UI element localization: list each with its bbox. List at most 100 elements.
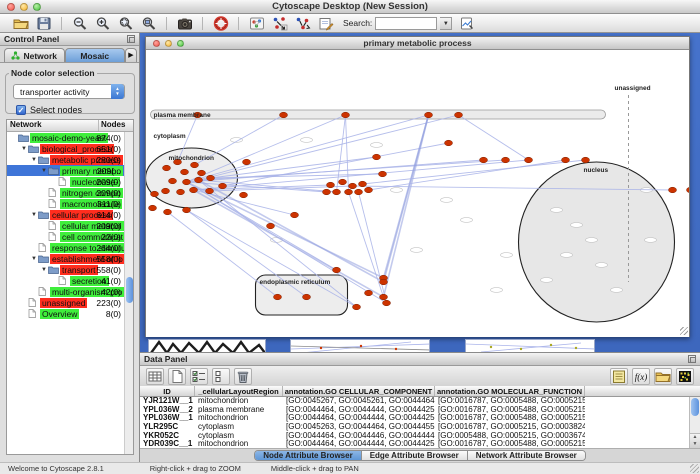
- fx-icon[interactable]: f(x): [632, 368, 650, 385]
- table-scrollbar[interactable]: ▲▼: [689, 397, 700, 448]
- search-dropdown-icon[interactable]: ▼: [440, 17, 452, 30]
- tree-row-nucleobase-[interactable]: nucleobase-209(0): [7, 176, 133, 187]
- tree-row-biological-process[interactable]: ▼biological_process651(0): [7, 143, 133, 154]
- data-panel-title: Data Panel: [144, 354, 187, 364]
- search-input[interactable]: [375, 17, 437, 30]
- svg-text:mitochondrion: mitochondrion: [169, 155, 215, 162]
- select-nodes-checkbox[interactable]: ✓: [16, 105, 26, 115]
- tab-network-attribute-browser[interactable]: Network Attribute Browser: [468, 451, 585, 460]
- app-resize-grip[interactable]: [690, 464, 699, 473]
- layout-b-icon[interactable]: [294, 15, 311, 31]
- network-tree-panel: Network Nodes mosaic-demo-yeast874(0)▼bi…: [6, 119, 134, 455]
- advanced-search-icon[interactable]: [458, 15, 475, 31]
- table-row-yjr121w__1[interactable]: YJR121W__1mitochondrion[GO:0045267, GO:0…: [140, 397, 700, 406]
- zoom-network-window-button[interactable]: [177, 40, 184, 47]
- table-row-ykr052c[interactable]: YKR052Ccytoplasm[GO:0044464, GO:0044446,…: [140, 432, 700, 441]
- tree-row-response-to-stimulu[interactable]: response to stimulu264(0): [7, 242, 133, 253]
- tree-scrollbar[interactable]: [124, 132, 133, 454]
- table-cell: [GO:0044464, GO:0044446, GO:0044444, G..…: [283, 432, 435, 441]
- help-ring-icon[interactable]: [212, 15, 229, 31]
- save-icon[interactable]: [35, 15, 52, 31]
- tree-expand-arrow-icon[interactable]: ▼: [40, 267, 48, 273]
- table-cell: [GO:0045263, GO:0044464, GO:0044455, G..…: [283, 423, 435, 432]
- tree-row-cellular-process[interactable]: ▼cellular process614(0): [7, 209, 133, 220]
- tree-expand-arrow-icon[interactable]: ▼: [30, 157, 38, 163]
- tree-row-establishment-of-lo[interactable]: ▼establishment of lo558(0): [7, 253, 133, 264]
- background-window-fragment[interactable]: [290, 339, 430, 353]
- zoom-in-icon[interactable]: [94, 15, 111, 31]
- file-icon: [58, 177, 70, 186]
- column-header-3[interactable]: annotation.GO MOLECULAR_FUNCTION: [435, 386, 585, 396]
- zoom-out-icon[interactable]: [71, 15, 88, 31]
- matrix-icon[interactable]: [676, 368, 694, 385]
- table-row-ylr295c[interactable]: YLR295Ccytoplasm[GO:0045263, GO:0044464,…: [140, 423, 700, 432]
- tree-expand-arrow-icon[interactable]: ▼: [40, 168, 48, 174]
- minimize-window-button[interactable]: [20, 3, 28, 11]
- attr-new-icon[interactable]: [168, 368, 186, 385]
- tab-network[interactable]: Network: [4, 48, 65, 62]
- column-header-id[interactable]: ID: [140, 386, 195, 396]
- tree-row-metabolic-process[interactable]: ▼metabolic process280(0): [7, 154, 133, 165]
- tree-expand-arrow-icon[interactable]: ▼: [30, 256, 38, 262]
- tree-row-transport[interactable]: ▼transport558(0): [7, 264, 133, 275]
- tree-row-mosaic-demo-yeast[interactable]: mosaic-demo-yeast874(0): [7, 132, 133, 143]
- node-color-dropdown[interactable]: transporter activity ▲▼: [13, 84, 125, 99]
- tree-header-nodes[interactable]: Nodes: [99, 120, 133, 131]
- zoom-window-button[interactable]: [33, 3, 41, 11]
- tab-node-attribute-browser[interactable]: Node Attribute Browser: [255, 451, 362, 460]
- table-row-ydr039c__1[interactable]: YDR039C__1mitochondrion[GO:0044464, GO:0…: [140, 440, 700, 448]
- table-row-ypl036w__2[interactable]: YPL036W__2plasma membrane[GO:0044464, GO…: [140, 406, 700, 415]
- zoom-selected-icon[interactable]: [140, 15, 157, 31]
- tree-row-primary-metabo[interactable]: ▼primary metabo209(...: [7, 165, 133, 176]
- table-cell: [GO:0016787, GO:0005488, GO:0005215, G..…: [435, 397, 585, 406]
- tree-scrollbar-thumb[interactable]: [126, 277, 133, 303]
- network-view-window: primary metabolic process plasma membran…: [145, 36, 690, 337]
- tree-expand-arrow-icon[interactable]: ▼: [20, 146, 28, 152]
- background-network-fragment[interactable]: [148, 339, 266, 353]
- close-window-button[interactable]: [7, 3, 15, 11]
- attr-delete-icon[interactable]: [234, 368, 252, 385]
- vizmapper-icon[interactable]: [248, 15, 265, 31]
- close-network-window-button[interactable]: [153, 40, 160, 47]
- minimize-network-window-button[interactable]: [165, 40, 172, 47]
- tree-row-unassigned[interactable]: unassigned223(0): [7, 297, 133, 308]
- tree-expand-arrow-icon[interactable]: ▼: [30, 212, 38, 218]
- table-scrollbar-arrows[interactable]: ▲▼: [690, 433, 700, 448]
- zoom-fit-icon[interactable]: [117, 15, 134, 31]
- attr-select-icon[interactable]: [190, 368, 208, 385]
- tab-mosaic[interactable]: Mosaic: [65, 48, 126, 62]
- mdi-desktop: primary metabolic process plasma membran…: [140, 33, 700, 448]
- tree-row-cell-communicat[interactable]: cell communicat22(0): [7, 231, 133, 242]
- notes-icon[interactable]: [610, 368, 628, 385]
- status-bar: Welcome to Cytoscape 2.8.1 Right-click +…: [0, 462, 700, 474]
- column-header-2[interactable]: annotation.GO CELLULAR_COMPONENT: [283, 386, 435, 396]
- tab-edge-attribute-browser[interactable]: Edge Attribute Browser: [362, 451, 468, 460]
- background-window-fragment[interactable]: [465, 339, 595, 353]
- table-scrollbar-thumb[interactable]: [691, 398, 699, 416]
- tree-row-macromolecule[interactable]: macromolecule311(0): [7, 198, 133, 209]
- annotation-icon[interactable]: [317, 15, 334, 31]
- snapshot-icon[interactable]: [176, 15, 193, 31]
- data-panel-toolbar: f(x): [140, 366, 700, 388]
- tree-header-network[interactable]: Network: [7, 120, 99, 131]
- network-canvas[interactable]: plasma membranecytoplasmmitochondrionnuc…: [146, 50, 689, 337]
- tree-row-nitrogen-compo[interactable]: nitrogen compo209(0): [7, 187, 133, 198]
- table-cell: [GO:0045267, GO:0045261, GO:0044464, G..…: [283, 397, 435, 406]
- table-row-ypl036w__1[interactable]: YPL036W__1mitochondrion[GO:0044464, GO:0…: [140, 414, 700, 423]
- column-header-1[interactable]: _cellularLayoutRegion: [195, 386, 283, 396]
- float-panel-icon[interactable]: [127, 35, 135, 43]
- open-folder-icon[interactable]: [12, 15, 29, 31]
- window-resize-grip[interactable]: [680, 327, 688, 335]
- import-folder-icon[interactable]: [654, 368, 672, 385]
- tree-row-multi-organism-pro[interactable]: multi-organism pro42(0): [7, 286, 133, 297]
- attr-unselect-icon[interactable]: [212, 368, 230, 385]
- tree-row-overview[interactable]: Overview8(0): [7, 308, 133, 319]
- float-panel-icon[interactable]: [688, 355, 696, 363]
- layout-a-icon[interactable]: [271, 15, 288, 31]
- tree-row-secretion[interactable]: secretion41(0): [7, 275, 133, 286]
- network-window-title-bar[interactable]: primary metabolic process: [146, 37, 689, 50]
- tree-row-cellular-metabol[interactable]: cellular metabol209(0): [7, 220, 133, 231]
- file-icon: [38, 287, 50, 296]
- attr-grid-icon[interactable]: [146, 368, 164, 385]
- tab-overflow-arrow-icon[interactable]: ▶: [125, 48, 137, 62]
